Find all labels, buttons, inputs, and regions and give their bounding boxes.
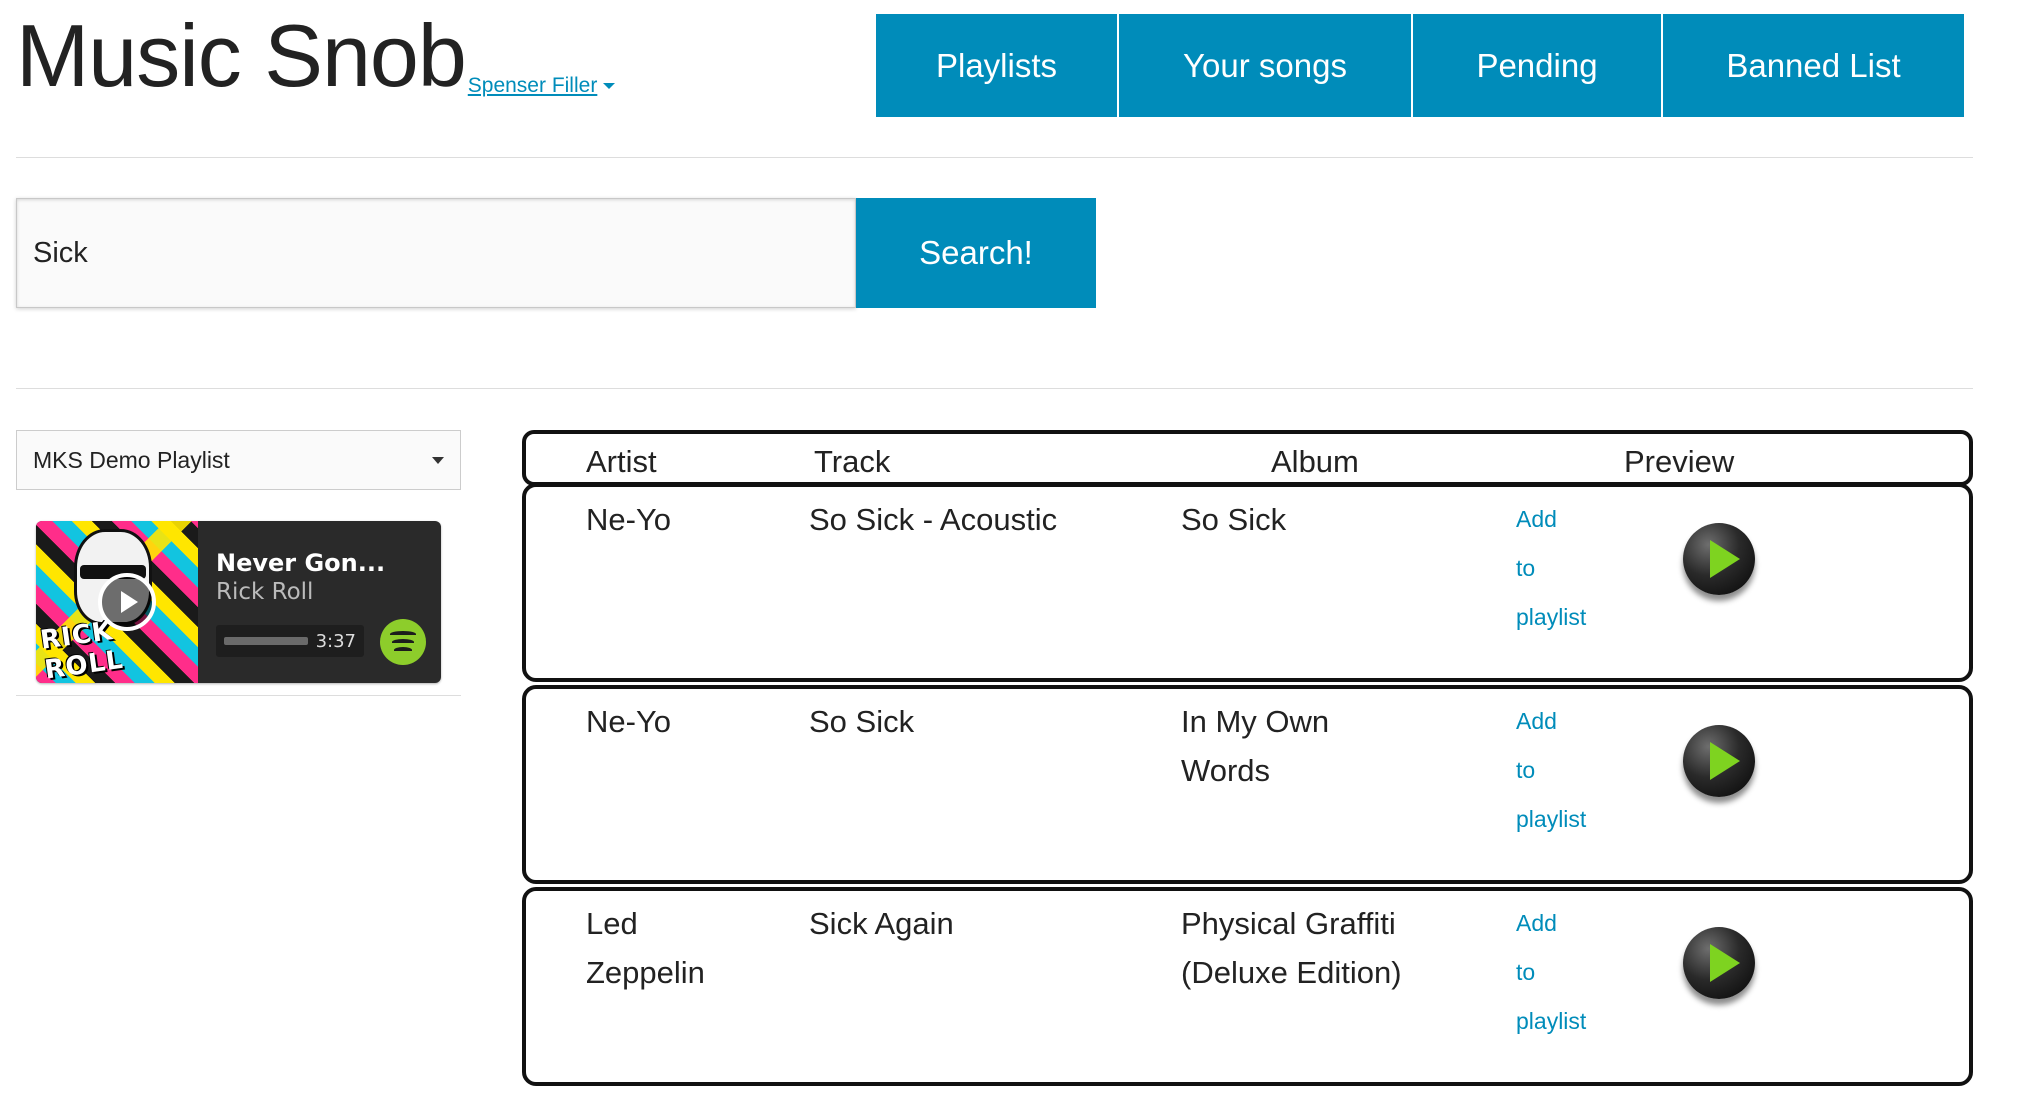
chevron-down-icon [603,83,616,90]
playlist-select[interactable]: MKS Demo Playlist [16,430,461,490]
results-header: Artist Track Album Preview [522,430,1973,486]
cell-artist: Ne-Yo [586,502,672,537]
app-title: Music Snob [16,6,467,105]
add-label-line: playlist [1516,604,1587,630]
player-duration: 3:37 [315,630,356,652]
add-to-playlist-link[interactable]: Add to playlist [1516,899,1616,1046]
user-name: Spenser Filler [467,74,598,97]
search-input[interactable] [16,198,856,308]
nav-pending[interactable]: Pending [1413,14,1663,117]
cell-album: Physical Graffiti (Deluxe Edition) [1181,906,1402,990]
cell-album: So Sick [1181,502,1287,537]
cell-track: Sick Again [809,906,954,941]
header-divider [16,157,1973,158]
result-row: Led Zeppelin Sick Again Physical Graffit… [522,887,1973,1086]
play-icon[interactable] [1683,523,1755,595]
column-header-preview: Preview [1624,444,1735,479]
top-nav: Playlists Your songs Pending Banned List [876,14,1964,117]
player-track-title: Never Gon... [216,549,386,577]
add-to-playlist-link[interactable]: Add to playlist [1516,697,1616,844]
add-label-line: Add [1516,506,1557,532]
play-circle-icon[interactable] [98,573,156,631]
add-label-line: Add [1516,708,1557,734]
add-label-line: playlist [1516,1008,1587,1034]
column-header-album: Album [1271,444,1359,479]
cell-track: So Sick [809,704,915,739]
add-label-line: to [1516,555,1536,581]
cell-artist: Led Zeppelin [586,906,705,990]
spotify-icon[interactable] [380,619,426,665]
column-header-track: Track [814,444,891,479]
add-to-playlist-link[interactable]: Add to playlist [1516,495,1616,642]
sidebar-divider [16,695,461,696]
player-progress[interactable]: 3:37 [216,625,364,657]
search-button[interactable]: Search! [856,198,1096,308]
caret-down-icon [432,456,444,464]
nav-playlists[interactable]: Playlists [876,14,1119,117]
user-menu-link[interactable]: Spenser Filler [468,74,616,98]
column-header-artist: Artist [586,444,657,479]
result-row: Ne-Yo So Sick - Acoustic So Sick Add to … [522,483,1973,682]
add-label-line: to [1516,757,1536,783]
nav-your-songs[interactable]: Your songs [1119,14,1413,117]
result-row: Ne-Yo So Sick In My Own Words Add to pla… [522,685,1973,884]
spotify-player: RICK ROLL Never Gon... Rick Roll 3:37 [36,521,441,683]
brand: Music Snob Spenser Filler [16,6,616,105]
page: Music Snob Spenser Filler Playlists Your… [0,0,2026,1096]
play-icon[interactable] [1683,725,1755,797]
play-icon[interactable] [1683,927,1755,999]
add-label-line: to [1516,959,1536,985]
nav-banned-list[interactable]: Banned List [1663,14,1964,117]
add-label-line: playlist [1516,806,1587,832]
search-divider [16,388,1973,389]
playlist-select-value: MKS Demo Playlist [33,446,230,473]
cell-track: So Sick - Acoustic [809,502,1058,537]
album-cover: RICK ROLL [36,521,198,683]
cell-artist: Ne-Yo [586,704,672,739]
cell-album: In My Own Words [1181,704,1330,788]
progress-bar[interactable] [224,637,308,645]
player-artist: Rick Roll [216,579,314,605]
add-label-line: Add [1516,910,1557,936]
